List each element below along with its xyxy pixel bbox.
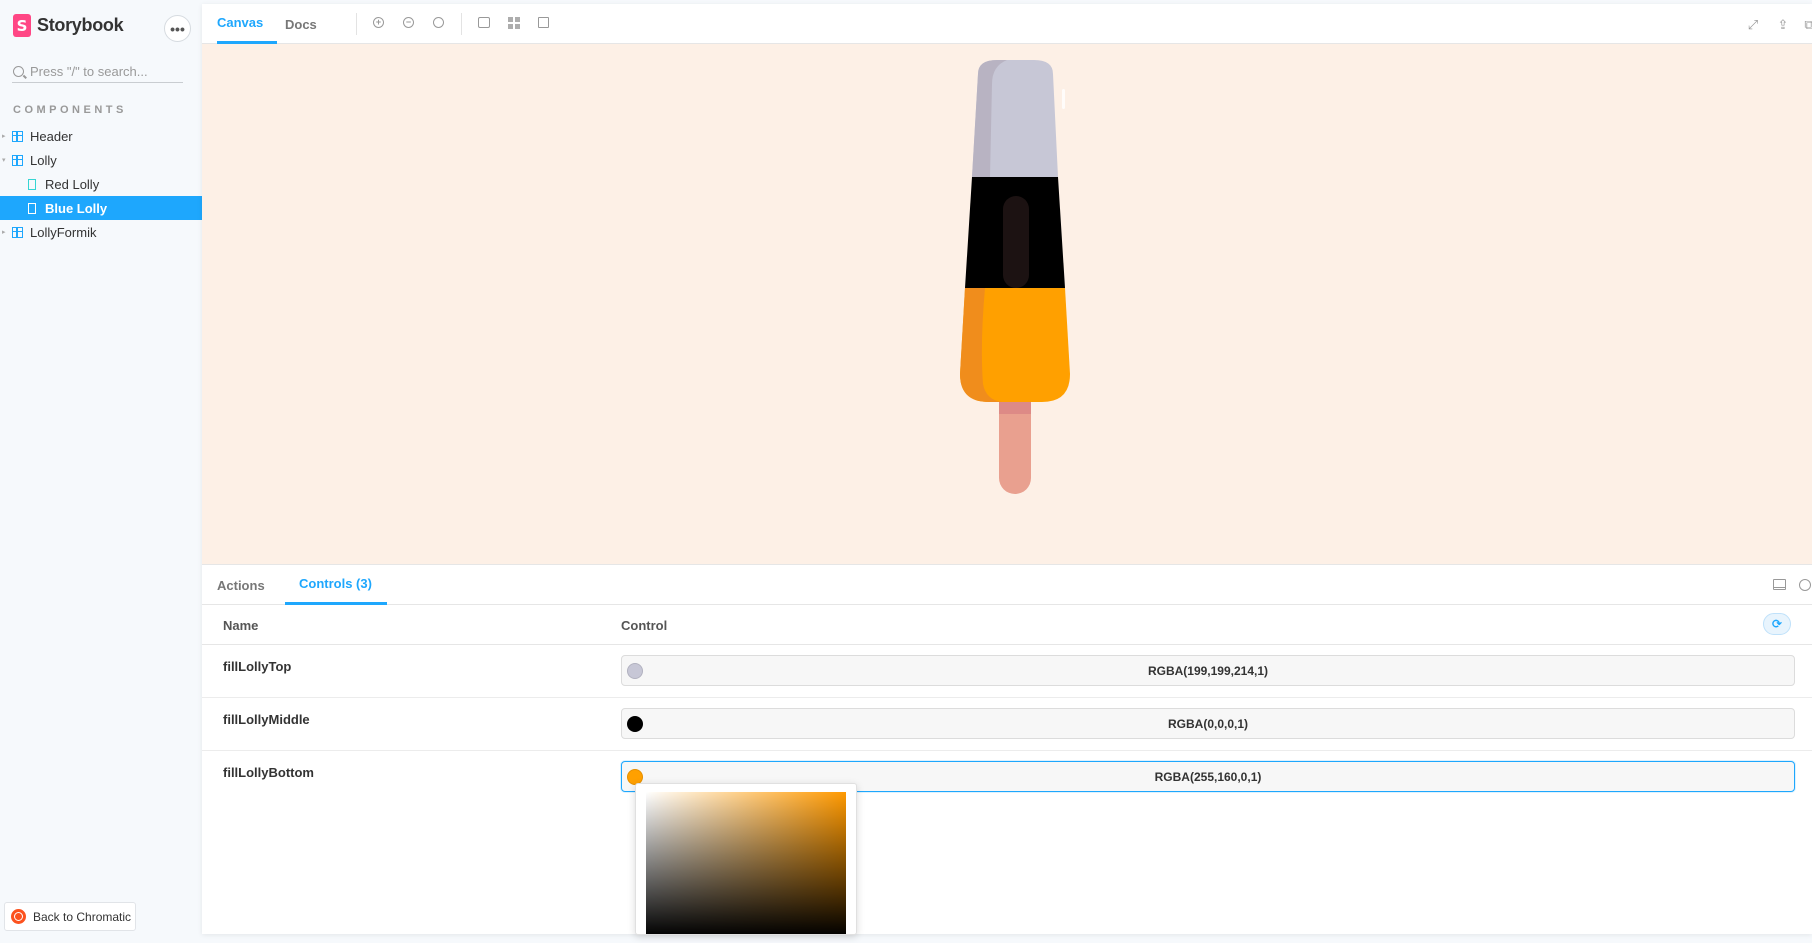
chromatic-icon — [11, 909, 26, 924]
controls-table: Name Control ⟳ fillLollyTop RGBA(199,199… — [202, 605, 1812, 804]
sidebar-item-lolly[interactable]: ▾ Lolly — [0, 148, 202, 172]
sidebar-item-label: LollyFormik — [30, 224, 97, 240]
addons-panel: Actions Controls (3) Name Control ⟳ fill… — [202, 564, 1812, 935]
lolly-middle-stick — [1003, 196, 1029, 288]
refresh-icon: ⟳ — [1771, 617, 1783, 631]
tab-actions[interactable]: Actions — [217, 565, 265, 605]
search-icon — [13, 65, 24, 77]
chevron-right-icon: ▸ — [2, 133, 6, 140]
sidebar: S Storybook ••• COMPONENTS ▸ Header ▾ Lo… — [0, 0, 202, 943]
sidebar-item-red-lolly[interactable]: Red Lolly — [0, 172, 202, 196]
component-icon — [12, 130, 23, 142]
grid-icon[interactable] — [508, 17, 520, 29]
open-new-tab-icon[interactable]: ⧉ — [1802, 17, 1812, 31]
tab-docs[interactable]: Docs — [285, 4, 317, 44]
sidebar-item-header[interactable]: ▸ Header — [0, 124, 202, 148]
color-swatch[interactable] — [627, 663, 643, 679]
preview-toolbar: Canvas Docs + − ⤢ ⇪ ⧉ — [202, 4, 1812, 44]
toolbar-divider — [356, 13, 357, 35]
zoom-out-icon[interactable]: − — [403, 17, 414, 28]
color-value: RGBA(255,160,0,1) — [1154, 769, 1262, 784]
components-section-label: COMPONENTS — [13, 104, 127, 116]
chevron-down-icon: ▾ — [2, 157, 6, 164]
control-name: fillLollyTop — [223, 659, 292, 674]
back-to-chromatic-button[interactable]: Back to Chromatic — [4, 902, 136, 931]
close-icon[interactable] — [1799, 579, 1811, 591]
table-row: fillLollyMiddle RGBA(0,0,0,1) — [202, 698, 1812, 751]
tab-canvas[interactable]: Canvas — [217, 4, 278, 44]
zoom-in-icon[interactable]: + — [373, 17, 384, 28]
control-name: fillLollyBottom — [223, 765, 314, 780]
sidebar-item-label: Header — [30, 128, 73, 144]
bookmark-icon — [28, 202, 36, 214]
sidebar-item-label: Blue Lolly — [45, 200, 108, 216]
brand-name: Storybook — [37, 15, 124, 35]
sidebar-item-label: Red Lolly — [45, 176, 100, 192]
addons-tabbar: Actions Controls (3) — [202, 565, 1812, 605]
storybook-logo-icon: S — [13, 14, 31, 37]
toolbar-divider — [461, 13, 462, 35]
sidebar-item-label: Lolly — [30, 152, 57, 168]
more-options-button[interactable]: ••• — [164, 15, 191, 42]
lolly-illustration[interactable] — [202, 44, 1812, 564]
panel-position-icon[interactable] — [1773, 579, 1786, 590]
chevron-right-icon: ▸ — [2, 229, 6, 236]
table-row: fillLollyBottom RGBA(255,160,0,1) — [202, 751, 1812, 804]
zoom-reset-icon[interactable] — [433, 17, 444, 28]
component-tree: ▸ Header ▾ Lolly Red Lolly Blue Lolly ▸ … — [0, 124, 202, 244]
fullscreen-icon[interactable]: ⤢ — [1746, 17, 1760, 31]
component-icon — [12, 226, 23, 238]
table-row: fillLollyTop RGBA(199,199,214,1) — [202, 645, 1812, 698]
reset-controls-button[interactable]: ⟳ — [1763, 613, 1791, 635]
main-panel: Canvas Docs + − ⤢ ⇪ ⧉ Actions Controls (… — [202, 4, 1812, 935]
column-header-name: Name — [223, 618, 259, 633]
search-input[interactable] — [30, 63, 180, 79]
preview-canvas — [202, 44, 1812, 564]
color-swatch[interactable] — [627, 716, 643, 732]
color-control-input[interactable]: RGBA(0,0,0,1) — [621, 708, 1795, 739]
component-icon — [12, 154, 23, 166]
column-header-control: Control — [621, 618, 668, 633]
color-value: RGBA(0,0,0,1) — [1167, 716, 1249, 731]
share-icon[interactable]: ⇪ — [1776, 17, 1790, 31]
sidebar-item-lollyformik[interactable]: ▸ LollyFormik — [0, 220, 202, 244]
color-value: RGBA(199,199,214,1) — [1147, 663, 1269, 678]
background-icon[interactable] — [478, 17, 490, 28]
tab-controls[interactable]: Controls (3) — [285, 565, 387, 605]
color-control-input[interactable]: RGBA(199,199,214,1) — [621, 655, 1795, 686]
search-box — [12, 60, 183, 83]
controls-table-header: Name Control ⟳ — [202, 605, 1812, 645]
color-picker-popover[interactable] — [635, 783, 857, 935]
color-picker-saturation-area[interactable] — [646, 792, 846, 934]
back-to-chromatic-label: Back to Chromatic — [33, 909, 132, 924]
lolly-highlight — [1062, 89, 1065, 109]
outline-icon[interactable] — [538, 17, 549, 28]
sidebar-item-blue-lolly[interactable]: Blue Lolly — [0, 196, 202, 220]
control-name: fillLollyMiddle — [223, 712, 310, 727]
storybook-logo[interactable]: S Storybook — [13, 14, 124, 37]
bookmark-icon — [28, 178, 36, 190]
